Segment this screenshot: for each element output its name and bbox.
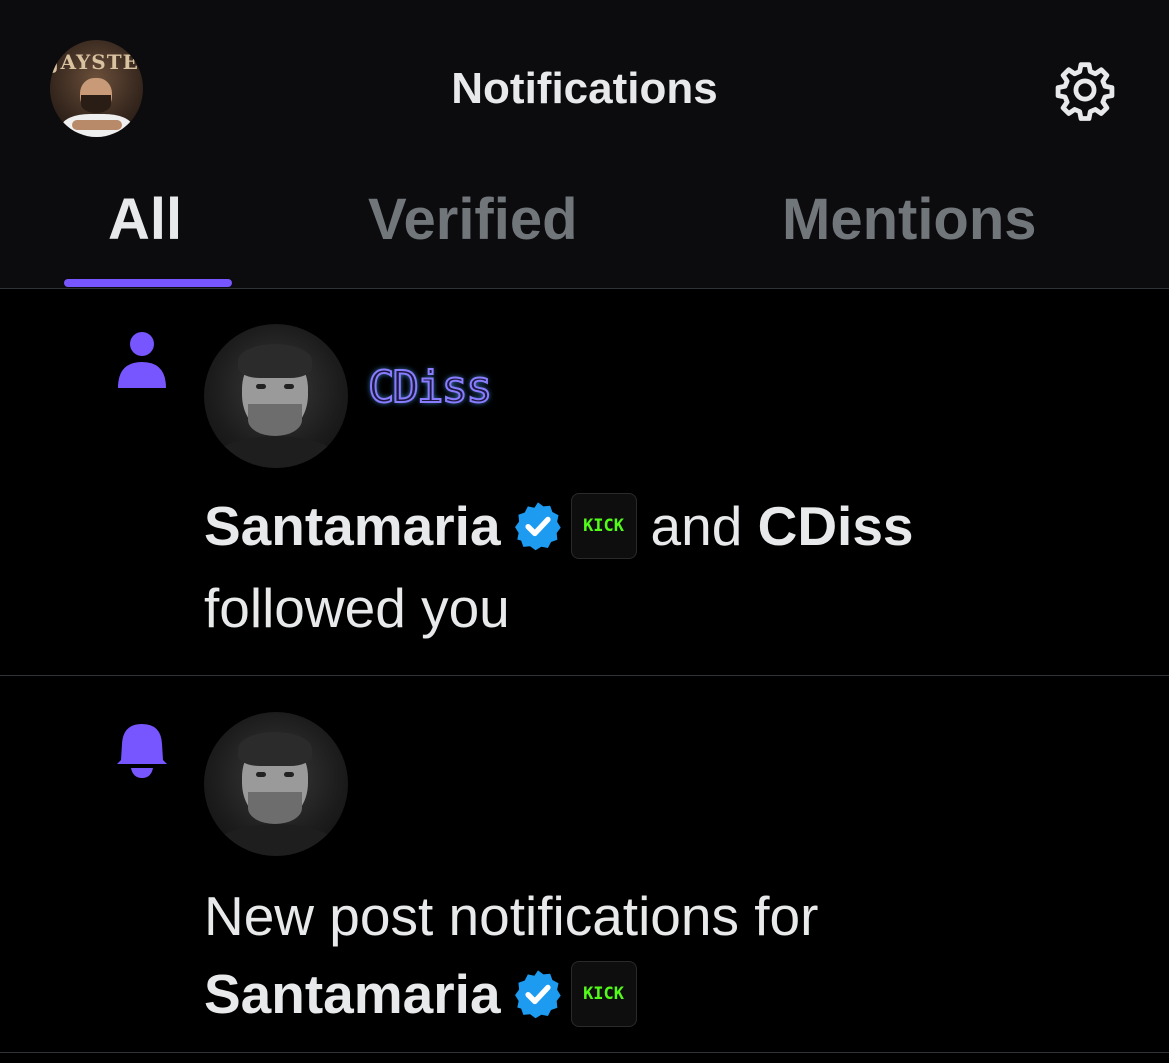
person-icon <box>118 332 166 388</box>
avatar-santamaria[interactable] <box>204 324 348 468</box>
verified-badge-icon <box>514 970 561 1019</box>
user-name-cdiss[interactable]: CDiss <box>758 495 914 557</box>
user-name-santamaria[interactable]: Santamaria <box>204 495 501 557</box>
verified-badge-icon <box>514 502 561 551</box>
active-tab-indicator <box>64 279 232 287</box>
bell-icon <box>113 724 171 778</box>
notification-text-line2: Santamaria KICK <box>204 961 651 1031</box>
page-title: Notifications <box>451 64 718 113</box>
notification-text-line1: Santamaria KICK and CDiss <box>204 493 914 563</box>
kick-badge: KICK <box>570 493 637 560</box>
gear-icon[interactable] <box>1053 58 1117 122</box>
tab-verified[interactable]: Verified <box>368 186 578 253</box>
tab-all[interactable]: All <box>108 186 182 253</box>
user-name-santamaria[interactable]: Santamaria <box>204 963 501 1025</box>
notification-text-line2: followed you <box>204 577 510 639</box>
tab-mentions[interactable]: Mentions <box>782 186 1037 253</box>
kick-badge: KICK <box>570 961 637 1028</box>
conjunction-text: and <box>650 495 743 557</box>
avatar-cdiss-name-art[interactable]: CDiss <box>367 361 493 414</box>
notification-text-line1: New post notifications for <box>204 885 819 947</box>
avatar-santamaria[interactable] <box>204 712 348 856</box>
divider <box>0 675 1169 676</box>
divider <box>0 1052 1169 1053</box>
